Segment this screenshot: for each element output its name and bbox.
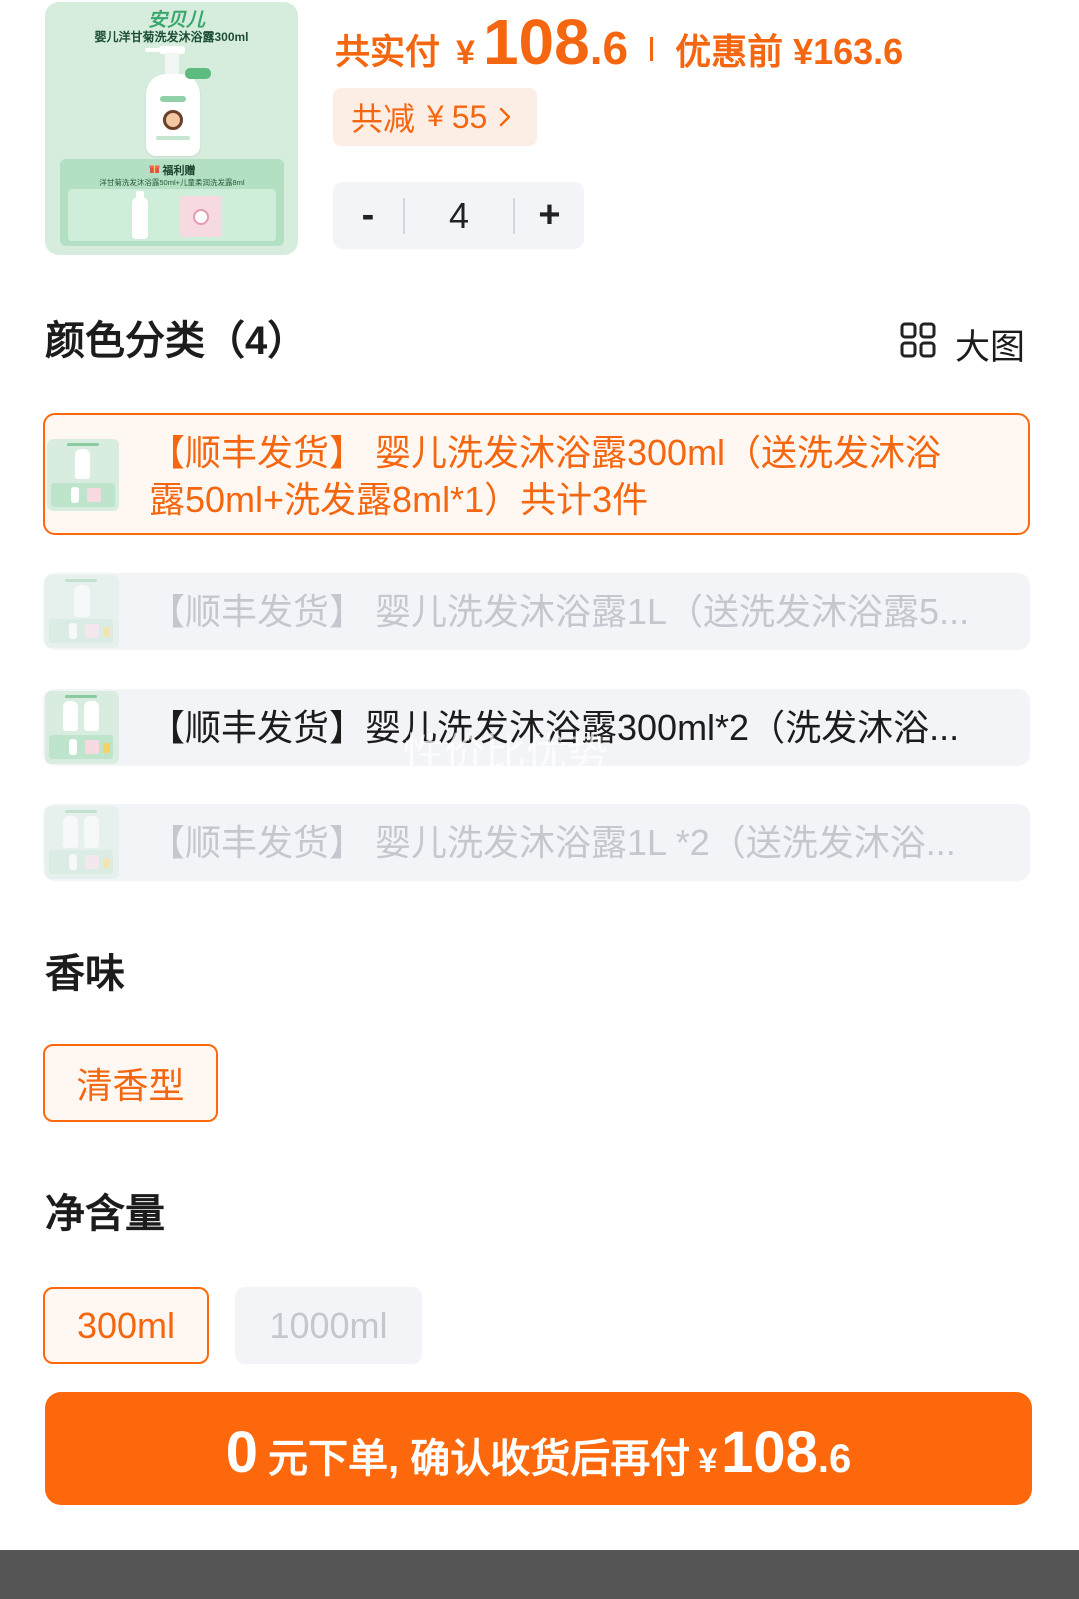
quantity-stepper: - 4 +: [333, 182, 584, 249]
gift-panel: 福利赠 洋甘菊洗发沐浴露50ml+儿童柔润洗发露8ml: [60, 159, 284, 246]
product-image-title: 婴儿洋甘菊洗发沐浴露300ml: [94, 30, 249, 44]
option-thumbnail: [45, 575, 119, 648]
color-option[interactable]: 【顺丰发货】婴儿洗发沐浴露300ml*2（洗发沐浴...: [43, 689, 1030, 766]
bottom-bar: [0, 1550, 1079, 1599]
order-upfront-amount: 0: [225, 1420, 258, 1485]
quantity-input[interactable]: 4: [405, 182, 513, 249]
gift-detail: 洋甘菊洗发沐浴露50ml+儿童柔润洗发露8ml: [99, 178, 245, 187]
scent-section-title: 香味: [45, 952, 125, 996]
discount-amount: 55: [451, 98, 488, 135]
chevron-right-icon: [499, 106, 511, 128]
volume-option[interactable]: 300ml: [43, 1287, 209, 1364]
gift-icon: [149, 163, 160, 177]
product-image[interactable]: 安贝儿 婴儿洋甘菊洗发沐浴露300ml 福利赠 洋甘菊洗发沐浴露50ml+儿童柔…: [45, 2, 298, 255]
bottle-illustration: [145, 46, 211, 156]
place-order-button[interactable]: 0 元下单, 确认收货后再付 ¥ 108 .6: [45, 1392, 1032, 1505]
option-thumbnail: [45, 806, 119, 879]
order-button-text: 元下单, 确认收货后再付: [267, 1437, 691, 1481]
grid-view-icon: [900, 322, 936, 367]
color-option-label: 【顺丰发货】婴儿洗发沐浴露300ml*2（洗发沐浴...: [149, 707, 960, 748]
color-option-label: 【顺丰发货】 婴儿洗发沐浴露1L（送洗发沐浴露5...: [149, 591, 970, 632]
option-thumbnail: [45, 691, 119, 764]
total-pay-label: 共实付: [335, 33, 441, 72]
volume-section-title: 净含量: [45, 1192, 165, 1236]
color-option[interactable]: 【顺丰发货】 婴儿洗发沐浴露1L *2（送洗发沐浴...: [43, 804, 1030, 881]
discount-label: 共减: [351, 101, 416, 137]
large-image-toggle[interactable]: 大图: [900, 322, 1025, 367]
discount-badge[interactable]: 共减 ¥ 55: [333, 88, 537, 146]
color-option[interactable]: 【顺丰发货】 婴儿洗发沐浴露300ml（送洗发沐浴露50ml+洗发露8ml*1）…: [43, 413, 1030, 535]
option-thumbnail: [47, 439, 119, 511]
color-option-label: 【顺丰发货】 婴儿洗发沐浴露1L *2（送洗发沐浴...: [149, 822, 956, 863]
price-summary: 共实付 ¥ 108 .6 优惠前 ¥163.6: [335, 10, 903, 74]
color-option-label: 【顺丰发货】 婴儿洗发沐浴露300ml（送洗发沐浴露50ml+洗发露8ml*1）…: [149, 432, 942, 520]
decrease-quantity-button[interactable]: -: [333, 182, 403, 249]
gift-items-illustration: [68, 189, 276, 241]
large-image-label: 大图: [955, 327, 1026, 367]
price-integer: 108: [482, 6, 590, 78]
price-decimal: .6: [589, 22, 629, 74]
scent-option[interactable]: 清香型: [43, 1044, 218, 1122]
order-button-currency: ¥: [698, 1442, 718, 1480]
volume-option[interactable]: 1000ml: [235, 1287, 422, 1364]
price-currency: ¥: [456, 34, 475, 72]
color-option[interactable]: 【顺丰发货】 婴儿洗发沐浴露1L（送洗发沐浴露5...: [43, 573, 1030, 650]
discount-currency: ¥: [427, 100, 444, 133]
order-button-price-decimal: .6: [817, 1437, 852, 1481]
color-section-title: 颜色分类（4）: [45, 319, 308, 363]
gift-label: 福利赠: [162, 165, 196, 177]
original-price: 优惠前 ¥163.6: [675, 31, 904, 72]
order-button-price-integer: 108: [721, 1420, 818, 1485]
increase-quantity-button[interactable]: +: [515, 182, 584, 249]
price-divider: [650, 37, 654, 61]
